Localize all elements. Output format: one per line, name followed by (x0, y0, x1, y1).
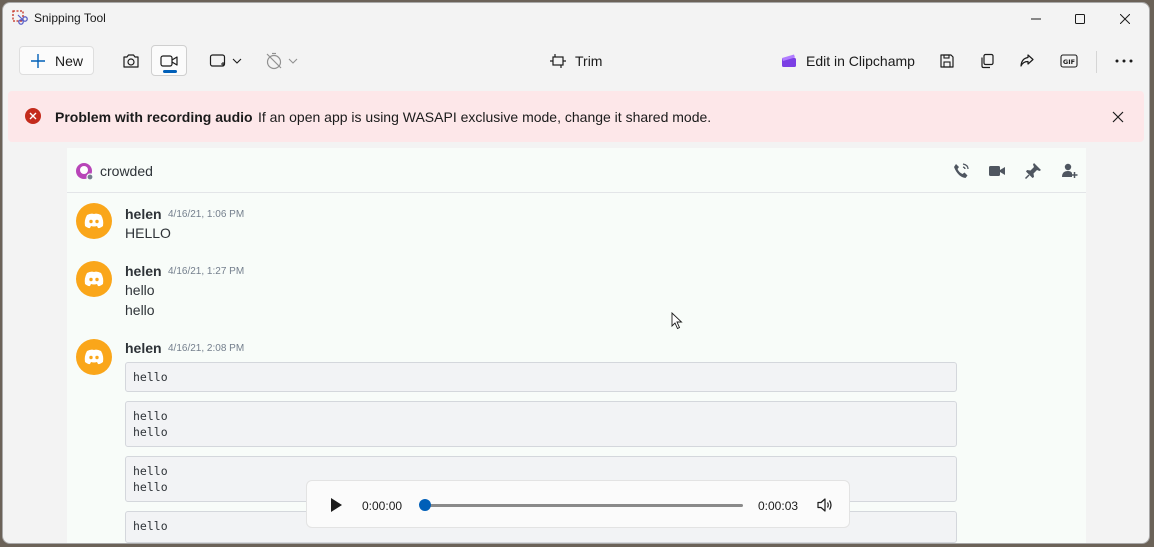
media-player: 0:00:00 0:00:03 (306, 480, 850, 528)
volume-icon[interactable] (816, 496, 834, 514)
screenshot-mode-button[interactable] (113, 45, 149, 76)
group-dm-icon (76, 163, 93, 180)
save-button[interactable] (939, 47, 955, 75)
chevron-down-icon (288, 58, 298, 64)
share-button[interactable] (1019, 47, 1035, 75)
edit-in-clipchamp-button[interactable]: Edit in Clipchamp (780, 47, 915, 75)
pin-icon (1024, 163, 1041, 180)
trim-label: Trim (575, 53, 603, 69)
voice-call-button[interactable] (951, 161, 971, 181)
message-author[interactable]: helen (125, 263, 162, 279)
camera-icon (123, 53, 139, 68)
avatar[interactable] (76, 261, 112, 297)
channel-name: crowded (100, 163, 153, 179)
minimize-icon (1031, 18, 1041, 20)
code-line: hello (133, 425, 168, 439)
snipping-tool-window: Snipping Tool New Trim Edit in Clipchamp… (2, 2, 1150, 544)
toolbar: New Trim Edit in Clipchamp GIF (3, 35, 1149, 89)
more-options-button[interactable] (1115, 47, 1133, 75)
close-window-button[interactable] (1102, 3, 1148, 35)
selected-mode-indicator (163, 70, 177, 73)
maximize-icon (1075, 14, 1085, 24)
play-icon[interactable] (327, 496, 345, 514)
more-icon (1115, 59, 1133, 63)
seek-thumb[interactable] (419, 499, 431, 511)
error-message: If an open app is using WASAPI exclusive… (258, 109, 712, 125)
save-icon (940, 54, 954, 68)
maximize-button[interactable] (1057, 3, 1103, 35)
message-timestamp: 4/16/21, 2:08 PM (168, 343, 245, 354)
title-bar: Snipping Tool (3, 3, 1149, 35)
video-call-button[interactable] (987, 161, 1007, 181)
toolbar-separator (1096, 51, 1097, 73)
recording-mode-button[interactable] (151, 45, 187, 76)
seek-bar[interactable] (425, 504, 743, 507)
chevron-down-icon (232, 58, 242, 64)
avatar[interactable] (76, 203, 112, 239)
discord-logo-icon (84, 213, 104, 229)
chat-header: crowded (67, 148, 1086, 193)
code-line: hello (133, 464, 168, 478)
video-camera-icon (160, 54, 178, 67)
code-line: hello (133, 370, 168, 384)
message-timestamp: 4/16/21, 1:06 PM (168, 209, 245, 220)
minimize-button[interactable] (1013, 3, 1059, 35)
message-author[interactable]: helen (125, 340, 162, 356)
current-time: 0:00:00 (362, 499, 403, 513)
dismiss-error-button[interactable] (1106, 105, 1130, 129)
error-title: Problem with recording audio (55, 109, 253, 125)
copy-icon (981, 53, 994, 69)
message-line: HELLO (125, 225, 171, 241)
avatar[interactable] (76, 339, 112, 375)
capture-mode-toggle (113, 45, 188, 76)
message-line: hello (125, 302, 155, 318)
gif-icon: GIF (1060, 54, 1078, 68)
close-icon (1112, 111, 1124, 123)
share-icon (1020, 54, 1034, 67)
pinned-messages-button[interactable] (1023, 161, 1043, 181)
trim-button[interactable]: Trim (549, 47, 602, 75)
trim-icon (550, 54, 566, 68)
timer-dropdown[interactable] (265, 47, 298, 75)
new-button[interactable]: New (19, 46, 94, 75)
message-author[interactable]: helen (125, 206, 162, 222)
close-icon (1120, 14, 1130, 24)
snipping-tool-app-icon (12, 10, 28, 25)
mouse-cursor-icon (671, 312, 683, 330)
video-icon (989, 166, 1005, 176)
snip-shape-dropdown[interactable] (209, 47, 242, 75)
error-infobar: Problem with recording audio If an open … (8, 91, 1144, 142)
clipchamp-label: Edit in Clipchamp (806, 53, 915, 69)
error-icon (25, 108, 41, 124)
plus-icon (31, 53, 45, 68)
gif-button[interactable]: GIF (1060, 47, 1078, 75)
new-button-label: New (55, 52, 84, 69)
window-title: Snipping Tool (34, 11, 106, 25)
copy-button[interactable] (979, 47, 995, 75)
total-time: 0:00:03 (758, 499, 799, 513)
message-line: hello (125, 282, 155, 298)
discord-logo-icon (84, 271, 104, 287)
message-timestamp: 4/16/21, 1:27 PM (168, 266, 245, 277)
code-line: hello (133, 409, 168, 423)
code-block: hello (125, 362, 957, 392)
add-user-icon (1062, 163, 1078, 178)
add-friends-button[interactable] (1059, 161, 1079, 181)
phone-icon (954, 163, 969, 178)
rectangle-snip-icon (209, 54, 226, 67)
timer-off-icon (266, 52, 282, 70)
clipchamp-icon (782, 54, 796, 67)
discord-logo-icon (84, 349, 104, 365)
svg-text:GIF: GIF (1063, 58, 1075, 66)
code-block: hello hello (125, 401, 957, 447)
